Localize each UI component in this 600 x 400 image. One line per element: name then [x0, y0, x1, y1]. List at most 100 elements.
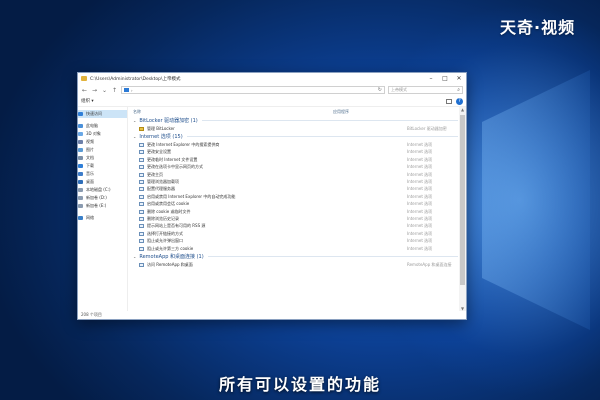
details-view-icon[interactable] [446, 98, 452, 104]
nav-item[interactable]: 新加卷 (E:) [78, 202, 127, 210]
settings-item-icon [139, 216, 144, 221]
item-count: 208 个项目 [81, 312, 102, 317]
scroll-up-icon[interactable]: ▲ [459, 107, 466, 112]
item-name: 更改在选项卡中显示网页的方式 [147, 164, 203, 170]
network-icon [78, 216, 83, 220]
list-item[interactable]: 更改在选项卡中显示网页的方式 Internet 选项 [133, 164, 466, 171]
nav-item[interactable]: 文档 [78, 154, 127, 162]
item-category: Internet 选项 [407, 238, 433, 244]
chevron-down-icon[interactable]: ⌄ [133, 134, 136, 139]
list-item[interactable]: 删除 cookie 或临时文件 Internet 选项 [133, 208, 466, 215]
nav-item[interactable]: 快速访问 [78, 110, 127, 118]
item-name: 阻止或允许弹出窗口 [147, 238, 183, 244]
settings-item-icon [139, 187, 144, 192]
item-category: Internet 选项 [407, 201, 433, 207]
computer-icon [78, 124, 83, 128]
search-icon[interactable]: ⌕ [457, 87, 460, 93]
list-item[interactable]: 更改主页 Internet 选项 [133, 171, 466, 178]
item-name: 更改安全设置 [147, 149, 171, 155]
list-item[interactable]: 启用或禁用 Internet Explorer 中的自动完成功能 Internet… [133, 193, 466, 200]
nav-item-label: 快速访问 [86, 111, 102, 116]
control-panel-icon [124, 88, 129, 92]
item-category: Internet 选项 [407, 223, 433, 229]
close-button[interactable]: ✕ [452, 73, 466, 84]
help-icon[interactable]: ? [456, 97, 463, 105]
scrollbar-thumb[interactable] [460, 115, 465, 285]
column-name[interactable]: 名称 [133, 109, 333, 115]
chevron-down-icon[interactable]: ⌄ [133, 118, 136, 123]
search-placeholder: 上帝模式 [391, 87, 407, 92]
nav-item[interactable]: 本地磁盘 (C:) [78, 186, 127, 194]
settings-item-icon [139, 246, 144, 251]
settings-item-icon [139, 202, 144, 207]
nav-item[interactable]: 此电脑 [78, 122, 127, 130]
list-item[interactable]: 更改临时 Internet 文件设置 Internet 选项 [133, 156, 466, 163]
maximize-button[interactable]: □ [438, 73, 452, 84]
group-header[interactable]: ⌄ BitLocker 驱动器加密 (1) [133, 116, 466, 125]
item-name: 更改临时 Internet 文件设置 [147, 156, 198, 162]
bitlocker-key-icon [139, 126, 144, 131]
group-header[interactable]: ⌄ RemoteApp 和桌面连接 (1) [133, 252, 466, 261]
settings-item-icon [139, 157, 144, 162]
chevron-down-icon[interactable]: ⌄ [133, 254, 136, 259]
chevron-down-icon[interactable]: ⌄ [101, 87, 108, 94]
item-category: Internet 选项 [407, 186, 433, 192]
settings-item-icon [139, 209, 144, 214]
list-item[interactable]: 管理 BitLocker BitLocker 驱动器加密 [133, 125, 466, 132]
column-header[interactable]: 名称 应用程序 [133, 107, 466, 116]
navigation-pane: 快速访问此电脑 3D 对象 视频 图片 文档 下载 音乐 桌面 本地磁盘 (C:) 新加卷 (D:… [78, 107, 128, 311]
list-item[interactable]: 配置代理服务器 Internet 选项 [133, 186, 466, 193]
drive-icon [78, 204, 83, 208]
star-icon [78, 112, 83, 116]
vertical-scrollbar[interactable]: ▲ ▼ [459, 107, 466, 311]
list-item[interactable]: 管理浏览器加载项 Internet 选项 [133, 178, 466, 185]
drive-icon [78, 196, 83, 200]
list-item[interactable]: 更改安全设置 Internet 选项 [133, 149, 466, 156]
list-item[interactable]: 更改 Internet Explorer 中的搜索提供商 Internet 选项 [133, 141, 466, 148]
minimize-button[interactable]: – [424, 73, 438, 84]
group-title: BitLocker 驱动器加密 (1) [139, 118, 198, 124]
refresh-icon[interactable]: ↻ [378, 87, 382, 93]
forward-arrow-icon[interactable]: → [91, 87, 98, 94]
nav-item[interactable]: 视频 [78, 138, 127, 146]
list-item[interactable]: 访问 RemoteApp 和桌面 RemoteApp 和桌面连接 [133, 261, 466, 268]
nav-item[interactable]: 新加卷 (D:) [78, 194, 127, 202]
nav-item[interactable]: 3D 对象 [78, 130, 127, 138]
list-item[interactable]: 阻止或允许第三方 cookie Internet 选项 [133, 245, 466, 252]
document-icon [78, 156, 83, 160]
video-subtitle: 所有可以设置的功能 [218, 375, 381, 394]
explorer-window[interactable]: C:\Users\Administrator\Desktop\上帝模式 – □ … [77, 72, 467, 320]
window-title: C:\Users\Administrator\Desktop\上帝模式 [90, 76, 181, 82]
item-category: Internet 选项 [407, 142, 433, 148]
address-bar[interactable]: › ↻ [121, 86, 385, 94]
up-arrow-icon[interactable]: ↑ [111, 87, 118, 94]
nav-item[interactable]: 下载 [78, 162, 127, 170]
nav-item[interactable]: 网络 [78, 214, 127, 222]
nav-item[interactable]: 桌面 [78, 178, 127, 186]
settings-item-icon [139, 172, 144, 177]
list-item[interactable]: 启用或禁用会话 cookie Internet 选项 [133, 201, 466, 208]
item-name: 配置代理服务器 [147, 186, 175, 192]
organize-button[interactable]: 组织 ▾ [81, 98, 94, 104]
column-app[interactable]: 应用程序 [333, 109, 349, 115]
list-item[interactable]: 阻止或允许弹出窗口 Internet 选项 [133, 237, 466, 244]
list-item[interactable]: 选择打开链接的方式 Internet 选项 [133, 230, 466, 237]
item-category: BitLocker 驱动器加密 [407, 125, 447, 131]
search-input[interactable]: 上帝模式 ⌕ [388, 86, 463, 94]
nav-item[interactable]: 音乐 [78, 170, 127, 178]
item-name: 删除浏览历史记录 [147, 215, 179, 221]
item-name: 删除 cookie 或临时文件 [147, 208, 191, 214]
item-name: 更改主页 [147, 171, 163, 177]
list-item[interactable]: 提示网站上是否有可用的 RSS 源 Internet 选项 [133, 223, 466, 230]
settings-item-icon [139, 262, 144, 267]
item-category: RemoteApp 和桌面连接 [407, 261, 452, 267]
nav-item[interactable]: 图片 [78, 146, 127, 154]
settings-item-icon [139, 231, 144, 236]
back-arrow-icon[interactable]: ← [81, 87, 88, 94]
status-bar: 208 个项目 [78, 311, 466, 319]
list-item[interactable]: 删除浏览历史记录 Internet 选项 [133, 215, 466, 222]
title-bar[interactable]: C:\Users\Administrator\Desktop\上帝模式 – □ … [78, 73, 466, 84]
nav-item-label: 新加卷 (D:) [86, 195, 107, 200]
group-header[interactable]: ⌄ Internet 选项 (15) [133, 132, 466, 141]
item-name: 提示网站上是否有可用的 RSS 源 [147, 223, 206, 229]
